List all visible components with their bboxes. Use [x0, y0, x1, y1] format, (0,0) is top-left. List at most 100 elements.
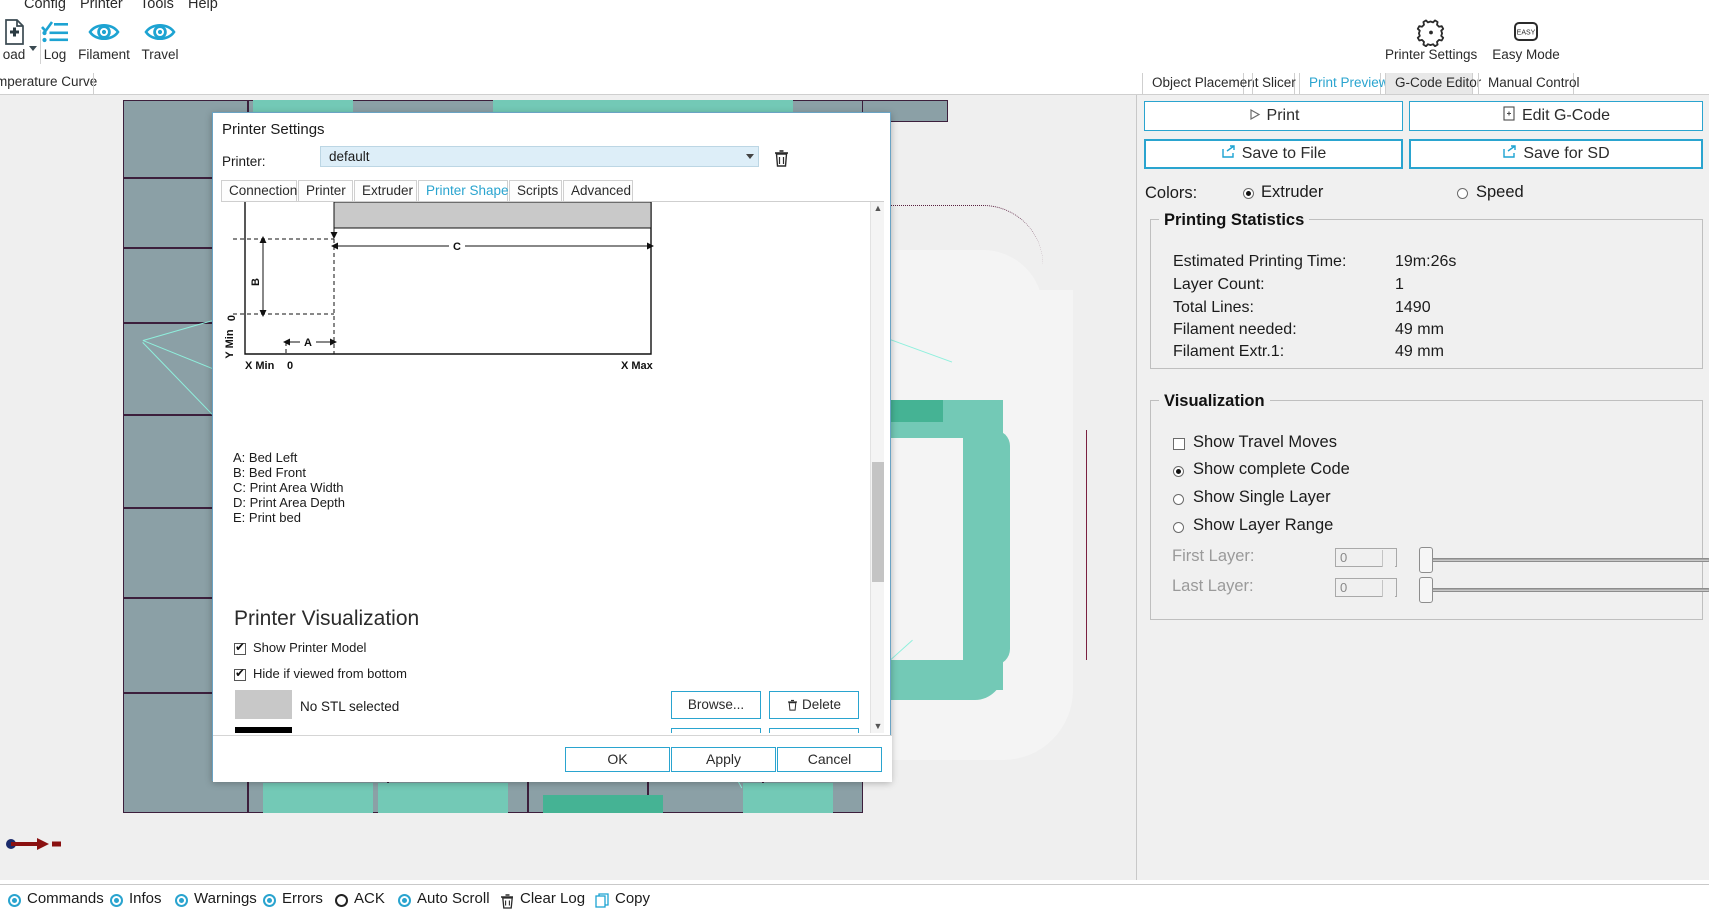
radio-colors-extruder-label: Extruder	[1261, 183, 1324, 201]
stl-delete-button[interactable]: Delete	[769, 691, 859, 719]
trash-icon[interactable]	[500, 893, 515, 912]
stl-color-swatch[interactable]	[235, 690, 292, 719]
gear-icon	[1385, 18, 1477, 48]
log-toggle-infos-icon[interactable]	[110, 894, 123, 907]
dialog-tab-advanced[interactable]: Advanced	[563, 180, 633, 201]
last-layer-stepper[interactable]	[1382, 580, 1395, 597]
checkbox-show-printer-model[interactable]	[234, 640, 246, 655]
radio-show-layer-range[interactable]	[1173, 522, 1184, 533]
log-toggle-warnings-label[interactable]: Warnings	[194, 890, 257, 907]
dialog-tab-connection[interactable]: Connection	[221, 180, 297, 201]
log-toggle-errors-label[interactable]: Errors	[282, 890, 323, 907]
print-button[interactable]: Print	[1144, 101, 1403, 131]
menu-item-help[interactable]: Help	[188, 0, 218, 12]
scroll-up-arrow-icon[interactable]: ▲	[871, 202, 884, 216]
trash-icon[interactable]	[773, 149, 790, 171]
radio-show-single-layer[interactable]	[1173, 494, 1184, 505]
tab-manual-control[interactable]: Manual Control	[1478, 73, 1580, 94]
printer-settings-dialog[interactable]: Printer Settings Printer: default Connec…	[212, 112, 892, 782]
printing-statistics-title: Printing Statistics	[1159, 211, 1310, 230]
svg-text:0: 0	[287, 360, 293, 372]
tab-object-placement[interactable]: Object Placement	[1142, 73, 1259, 94]
tab-slicer[interactable]: Slicer	[1252, 73, 1296, 94]
visualization-title: Visualization	[1159, 392, 1270, 411]
play-icon	[1248, 103, 1261, 131]
tab-gcode-editor[interactable]: G-Code Editor	[1385, 73, 1481, 94]
clear-log-button[interactable]: Clear Log	[520, 890, 585, 907]
apply-button[interactable]: Apply	[671, 747, 776, 772]
toolbar-travel-button[interactable]: Travel	[130, 18, 190, 62]
log-toggle-warnings-icon[interactable]	[175, 894, 188, 907]
stl-browse-button[interactable]: Browse...	[671, 691, 761, 719]
eye-icon	[74, 18, 134, 46]
first-layer-slider-track[interactable]	[1427, 558, 1709, 562]
last-layer-value: 0	[1340, 580, 1348, 595]
log-toggle-errors-icon[interactable]	[263, 894, 276, 907]
stat-label: Total Lines:	[1173, 299, 1254, 316]
first-layer-stepper[interactable]	[1382, 550, 1395, 567]
dialog-tab-printer-shape[interactable]: Printer Shape	[418, 180, 509, 201]
edit-gcode-button-label: Edit G-Code	[1521, 107, 1611, 124]
radio-colors-speed[interactable]	[1457, 188, 1468, 199]
stl-delete-button[interactable]: Delete	[769, 728, 859, 733]
cancel-button[interactable]: Cancel	[777, 747, 882, 772]
stat-label: Filament needed:	[1173, 321, 1297, 338]
edit-gcode-button[interactable]: Edit G-Code	[1409, 101, 1703, 131]
menu-bar: Config Printer Tools Help	[0, 0, 1709, 16]
log-toggle-commands-label[interactable]: Commands	[27, 890, 104, 907]
toolbar-easy-mode-button[interactable]: EASY Easy Mode	[1490, 18, 1562, 62]
dialog-tab-extruder[interactable]: Extruder	[354, 180, 417, 201]
checkbox-show-travel-moves[interactable]	[1173, 438, 1185, 450]
copy-icon[interactable]	[595, 893, 610, 912]
last-layer-slider-thumb[interactable]	[1419, 577, 1433, 603]
checkbox-hide-if-viewed-from-bottom[interactable]	[234, 666, 246, 681]
log-toggle-ack-icon[interactable]	[335, 894, 348, 907]
tab-print-preview[interactable]: Print Preview	[1299, 73, 1389, 94]
svg-text:A: A	[304, 337, 312, 349]
scrollbar-thumb[interactable]	[872, 462, 884, 582]
menu-item-tools[interactable]: Tools	[140, 0, 174, 12]
toolbar-travel-label: Travel	[141, 47, 179, 62]
stl-browse-button[interactable]: Browse...	[671, 728, 761, 733]
chevron-down-icon[interactable]	[746, 154, 754, 159]
radio-show-complete-code[interactable]	[1173, 466, 1184, 477]
log-toggle-auto-scroll-icon[interactable]	[398, 894, 411, 907]
first-layer-value: 0	[1340, 550, 1348, 565]
log-toggle-commands-icon[interactable]	[8, 894, 21, 907]
dialog-tab-printer[interactable]: Printer	[298, 180, 353, 201]
stat-label: Estimated Printing Time:	[1173, 253, 1347, 270]
toolbar-filament-button[interactable]: Filament	[74, 18, 134, 62]
copy-button[interactable]: Copy	[615, 890, 650, 907]
save-to-file-button-label: Save to File	[1241, 145, 1327, 162]
first-layer-input[interactable]: 0	[1335, 548, 1397, 567]
svg-text:C: C	[453, 241, 461, 253]
scroll-down-arrow-icon[interactable]: ▼	[871, 720, 884, 733]
log-toggle-infos-label[interactable]: Infos	[129, 890, 162, 907]
first-layer-slider-thumb[interactable]	[1419, 547, 1433, 573]
stat-value: 19m:26s	[1395, 253, 1457, 270]
menu-item-printer[interactable]: Printer	[80, 0, 123, 12]
trash-icon	[787, 731, 798, 733]
stat-value: 1	[1395, 276, 1404, 293]
stat-label: Filament Extr.1:	[1173, 343, 1285, 360]
save-to-file-button[interactable]: Save to File	[1144, 139, 1403, 169]
stat-value: 49 mm	[1395, 321, 1444, 338]
svg-text:X Max: X Max	[621, 360, 654, 372]
log-toggle-auto-scroll-label[interactable]: Auto Scroll	[417, 890, 490, 907]
log-toggle-ack-label[interactable]: ACK	[354, 890, 385, 907]
last-layer-slider-track[interactable]	[1427, 588, 1709, 592]
stl-color-swatch[interactable]	[235, 727, 292, 733]
menu-item-config[interactable]: Config	[24, 0, 66, 12]
radio-colors-extruder[interactable]	[1243, 188, 1254, 199]
ok-button[interactable]: OK	[565, 747, 670, 772]
tab-divider	[93, 73, 94, 94]
save-for-sd-button[interactable]: Save for SD	[1409, 139, 1703, 169]
printer-select-combo[interactable]: default	[320, 146, 759, 167]
dialog-scrollbar[interactable]: ▲ ▼	[870, 202, 884, 733]
last-layer-input[interactable]: 0	[1335, 578, 1397, 597]
print-preview-panel: Print Edit G-Code Save to File Save for …	[1136, 95, 1709, 880]
toolbar-printer-settings-button[interactable]: Printer Settings	[1385, 18, 1477, 62]
tab-temperature-curve[interactable]: mperature Curve	[0, 74, 97, 89]
radio-show-complete-code-label: Show complete Code	[1193, 460, 1350, 478]
dialog-tab-scripts[interactable]: Scripts	[509, 180, 562, 201]
